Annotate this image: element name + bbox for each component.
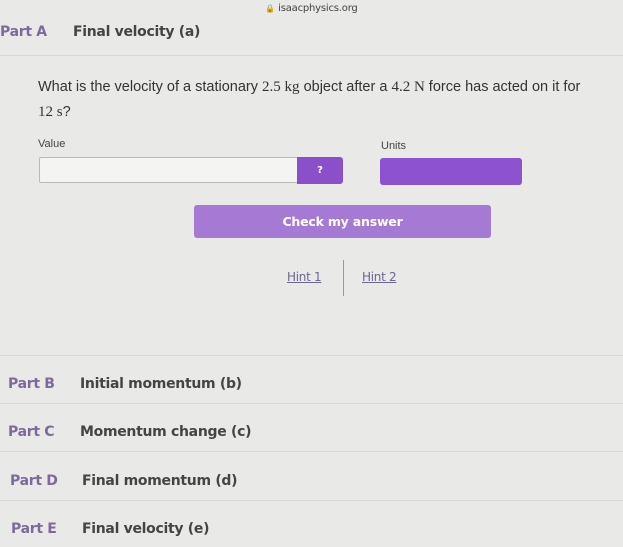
value-help-button[interactable]: ? <box>297 157 343 184</box>
value-label: Value <box>38 138 66 150</box>
part-a-label: Part A <box>0 24 47 40</box>
divider <box>0 451 623 452</box>
question-text: What is the velocity of a stationary 2.5… <box>38 75 618 125</box>
force-value: 4.2 N <box>391 79 425 95</box>
part-c-header[interactable]: Part C Momentum change (c) <box>0 414 623 450</box>
question-end: ? <box>62 104 71 120</box>
part-b-title: Initial momentum (b) <box>80 376 242 392</box>
part-b-label: Part B <box>8 376 55 392</box>
hint-1-link[interactable]: Hint 1 <box>287 270 322 284</box>
part-a-header[interactable]: Part A Final velocity (a) <box>0 14 623 50</box>
divider <box>0 355 623 356</box>
time-value: 12 s <box>38 104 63 120</box>
divider <box>0 500 623 501</box>
divider <box>0 55 623 56</box>
part-d-header[interactable]: Part D Final momentum (d) <box>0 463 623 499</box>
question-mid: object after a <box>299 79 392 95</box>
part-d-title: Final momentum (d) <box>82 473 238 489</box>
question-prefix: What is the velocity of a stationary <box>38 79 263 95</box>
part-c-title: Momentum change (c) <box>80 424 252 440</box>
part-e-label: Part E <box>11 521 57 537</box>
divider <box>0 403 623 404</box>
mass-value: 2.5 kg <box>262 79 300 95</box>
part-c-label: Part C <box>8 424 55 440</box>
url-text: isaacphysics.org <box>278 3 358 14</box>
units-label: Units <box>381 140 407 152</box>
question-suffix: force has acted on it for <box>424 79 581 95</box>
value-input[interactable] <box>39 157 297 183</box>
part-a-title: Final velocity (a) <box>73 24 201 40</box>
part-d-label: Part D <box>10 473 58 489</box>
check-answer-button[interactable]: Check my answer <box>194 205 491 238</box>
hint-divider <box>343 260 344 296</box>
hint-2-link[interactable]: Hint 2 <box>362 270 397 284</box>
units-dropdown[interactable] <box>380 158 522 185</box>
question-mark-icon: ? <box>317 165 323 176</box>
part-e-title: Final velocity (e) <box>82 521 210 537</box>
part-b-header[interactable]: Part B Initial momentum (b) <box>0 366 623 402</box>
